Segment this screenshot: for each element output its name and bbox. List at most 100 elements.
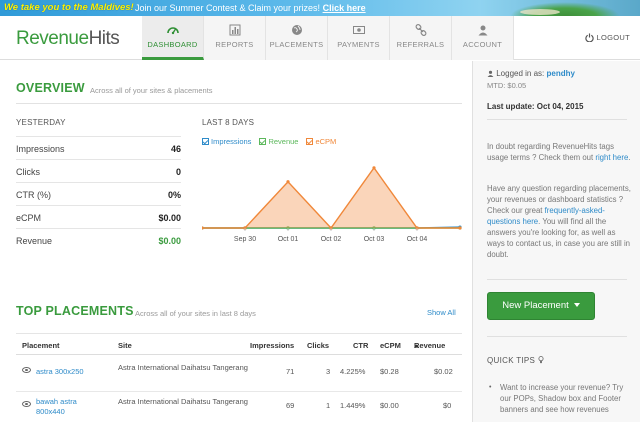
x-tick-label: Oct 02 [321,236,342,243]
banner-link[interactable]: Click here [323,3,366,13]
tab-dashboard[interactable]: DASHBOARD [142,16,204,60]
tab-referrals-label: REFERRALS [396,40,445,49]
show-all-link[interactable]: Show All [427,308,456,317]
x-tick-label: Sep 30 [234,236,256,243]
checkbox-icon [306,138,314,145]
overview-subtitle: Across all of your sites & placements [90,86,213,95]
user-icon [487,70,494,77]
sidebar: Logged in as: pendhy MTD: $0.05 Last upd… [472,61,640,422]
revenue-value: $0 [443,401,452,410]
dashboard-icon [166,27,179,35]
tab-placements[interactable]: PLACEMENTS [266,16,328,60]
data-point [458,226,462,230]
promo-banner[interactable]: We take you to the Maldives! Join our Su… [0,0,640,16]
legend-label: eCPM [315,137,337,146]
stat-label: CTR (%) [16,190,51,200]
last-update: Last update: Oct 04, 2015 [487,102,584,111]
main-nav: DASHBOARD REPORTS PLACEMENTS PAYMENTS RE… [142,16,514,60]
tab-dashboard-label: DASHBOARD [147,40,198,49]
tab-reports[interactable]: REPORTS [204,16,266,60]
logged-in-label: Logged in as: [496,69,545,78]
checkbox-icon [259,138,267,145]
stat-row-impressions: Impressions 46 [16,136,181,159]
terms-paragraph: In doubt regarding RevenueHits tags usag… [487,141,632,163]
caret-down-icon [573,303,580,307]
sidebar-divider [487,336,627,337]
mtd-value: MTD: $0.05 [487,81,527,90]
user-icon [478,25,487,36]
top-header: RevenueHits DASHBOARD REPORTS PLACEMENTS… [0,16,640,60]
stat-value: $0.00 [158,236,181,246]
logo[interactable]: RevenueHits [16,28,120,50]
legend-label: Impressions [211,137,252,146]
yesterday-title: YESTERDAY [16,118,66,127]
col-ecpm[interactable]: eCPM [380,341,401,350]
stat-value: 0 [175,167,181,177]
main-content: OVERVIEW Across all of your sites & plac… [0,61,472,422]
ctr-value: 4.225% [340,367,366,376]
legend-impressions[interactable]: Impressions [202,137,251,146]
col-revenue[interactable]: Revenue [414,341,445,350]
beach-image [520,9,560,15]
tab-account[interactable]: ACCOUNT [452,16,514,60]
stat-label: Clicks [16,167,40,177]
legend-label: Revenue [268,137,299,146]
tab-payments[interactable]: PAYMENTS [328,16,390,60]
impressions-value: 69 [286,401,295,410]
ecpm-value: $0.28 [380,367,399,376]
bullet: • [489,384,492,391]
col-revenue-label: Revenue [414,341,446,350]
terms-link[interactable]: right here [595,153,628,162]
ctr-value: 1.449% [340,401,366,410]
banner-text: Join our Summer Contest & Claim your pri… [135,3,366,13]
overview-divider [16,103,462,104]
placement-link[interactable]: astra 300x250 [36,367,116,376]
revenue-value: $0.02 [434,367,453,376]
col-impressions[interactable]: Impressions [250,341,294,350]
new-placement-button[interactable]: New Placement [487,292,595,320]
ecpm-value: $0.00 [380,401,399,410]
tab-referrals[interactable]: REFERRALS [390,16,452,60]
faq-paragraph: Have any question regarding placements, … [487,183,632,260]
col-clicks[interactable]: Clicks [307,341,329,350]
logout-button[interactable]: LOGOUT [584,33,630,42]
tab-account-label: ACCOUNT [462,40,503,49]
col-placement[interactable]: Placement [22,341,60,350]
logo-part-revenue: Revenue [16,28,89,49]
placement-link[interactable]: bawah astra 800x440 [36,397,98,417]
sidebar-divider [487,119,627,120]
top-placements-title: TOP PLACEMENTS [16,304,134,318]
series-area-2 [202,167,460,228]
logout-label: LOGOUT [596,33,630,42]
banner-headline: We take you to the Maldives! [4,2,134,13]
lightbulb-icon [538,356,544,364]
x-tick-label: Oct 03 [364,236,385,243]
logged-in-line: Logged in as: pendhy [487,69,575,78]
chart-legend: Impressions Revenue eCPM [202,137,336,146]
stat-row-clicks: Clicks 0 [16,159,181,182]
stat-label: eCPM [16,213,42,223]
clicks-value: 3 [326,367,331,376]
site-name: Astra International Daihatsu Tangerang [118,397,248,406]
stat-row-revenue: Revenue $0.00 [16,228,181,251]
x-tick-label: Oct 04 [407,236,428,243]
table-row: bawah astra 800x440 Astra International … [16,392,462,422]
username[interactable]: pendhy [547,69,575,78]
legend-revenue[interactable]: Revenue [259,137,298,146]
money-icon [352,26,365,34]
table-header: Placement Site Impressions Clicks CTR eC… [16,333,462,355]
legend-ecpm[interactable]: eCPM [306,137,336,146]
data-point [372,166,376,170]
site-name: Astra International Daihatsu Tangerang [118,363,248,372]
overview-title: OVERVIEW [16,81,85,95]
link-icon [415,24,426,36]
col-ctr[interactable]: CTR [353,341,368,350]
sidebar-divider [487,279,627,280]
stat-value: 46 [170,144,181,154]
col-site[interactable]: Site [118,341,132,350]
quick-tip: Want to increase your revenue? Try our P… [500,383,624,414]
table-row: astra 300x250 Astra International Daihat… [16,359,462,392]
stat-value: 0% [167,190,181,200]
series-line-2 [202,166,460,230]
stat-label: Revenue [16,236,53,246]
